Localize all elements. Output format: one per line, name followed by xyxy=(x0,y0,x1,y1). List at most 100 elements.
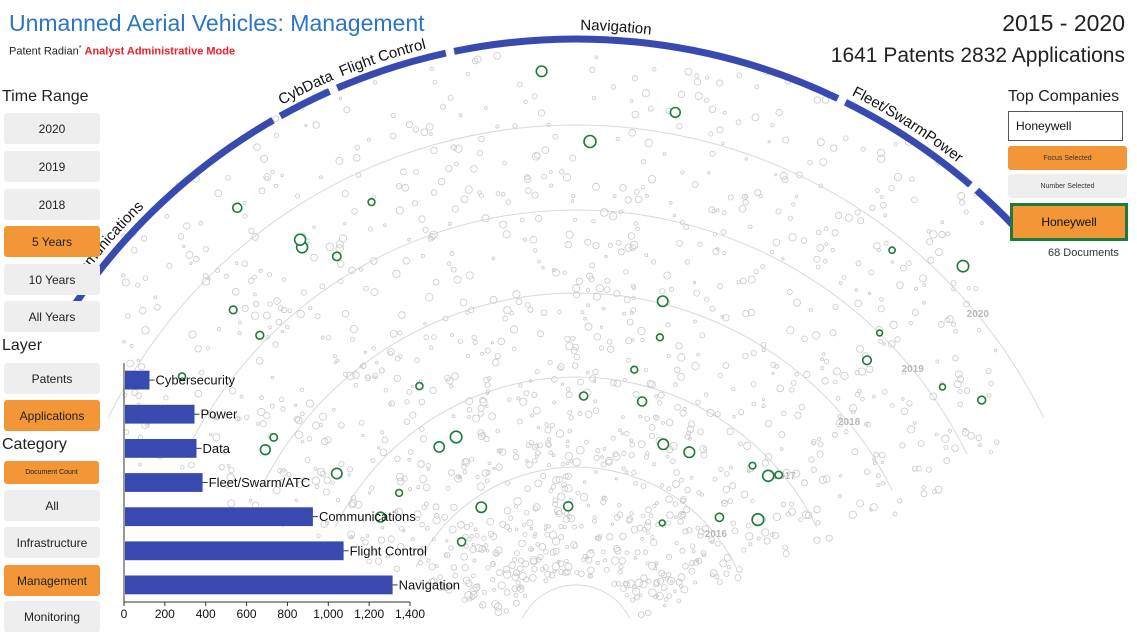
document-dot xyxy=(914,286,919,291)
highlighted-document-dot[interactable] xyxy=(331,251,342,262)
document-dot xyxy=(492,466,496,471)
document-dot xyxy=(734,574,742,581)
highlighted-document-dot[interactable] xyxy=(657,438,670,451)
document-dot xyxy=(481,589,487,595)
highlighted-document-dot[interactable] xyxy=(656,295,669,308)
document-dot xyxy=(677,372,686,381)
highlighted-document-dot[interactable] xyxy=(669,106,681,119)
highlighted-document-dot[interactable] xyxy=(232,202,243,214)
document-dot xyxy=(683,224,690,231)
highlighted-document-dot[interactable] xyxy=(475,501,488,514)
document-dot xyxy=(468,456,475,462)
highlighted-document-dot[interactable] xyxy=(956,259,970,273)
document-dot xyxy=(260,154,269,163)
highlighted-document-dot[interactable] xyxy=(748,461,757,470)
document-dot xyxy=(477,404,485,412)
document-dot xyxy=(727,498,734,504)
document-dot xyxy=(491,256,496,261)
highlighted-document-dot[interactable] xyxy=(367,197,376,207)
document-dot xyxy=(465,353,470,359)
document-dot xyxy=(481,535,487,541)
selected-company-chip[interactable]: Honeywell xyxy=(1010,203,1128,241)
document-dot xyxy=(518,539,526,548)
bar[interactable] xyxy=(125,575,393,595)
document-dot xyxy=(552,497,559,504)
document-dot xyxy=(694,73,700,79)
document-dot xyxy=(666,418,674,427)
time-all-years-button[interactable]: All Years xyxy=(4,301,100,332)
bar[interactable] xyxy=(125,404,195,424)
document-dot xyxy=(585,288,591,293)
document-dot xyxy=(922,282,927,287)
bar[interactable] xyxy=(125,370,150,390)
document-dot xyxy=(911,308,919,316)
highlighted-document-dot[interactable] xyxy=(714,512,725,523)
document-dot xyxy=(531,93,538,99)
document-dot xyxy=(738,205,747,213)
document-dot xyxy=(507,397,512,402)
highlighted-document-dot[interactable] xyxy=(655,333,665,342)
document-dot xyxy=(980,221,984,225)
company-search-input[interactable]: Honeywell xyxy=(1008,111,1123,141)
document-dot xyxy=(547,437,552,442)
bar[interactable] xyxy=(125,473,203,492)
document-dot xyxy=(606,533,614,541)
highlighted-document-dot[interactable] xyxy=(658,519,666,527)
document-dot xyxy=(477,410,484,417)
document-dot xyxy=(646,578,652,584)
document-dot xyxy=(628,128,636,137)
bar[interactable] xyxy=(125,541,344,561)
document-dot xyxy=(548,572,556,579)
document-dot xyxy=(716,79,724,87)
document-dot xyxy=(400,168,407,176)
document-dot xyxy=(674,540,679,546)
highlighted-document-dot[interactable] xyxy=(774,470,784,480)
highlighted-document-dot[interactable] xyxy=(228,305,238,315)
document-dot xyxy=(693,319,697,324)
document-dot xyxy=(640,537,644,541)
document-dot xyxy=(760,264,766,270)
highlighted-document-dot[interactable] xyxy=(630,365,639,374)
highlighted-document-dot[interactable] xyxy=(976,395,987,405)
highlighted-document-dot[interactable] xyxy=(751,512,765,527)
document-dot xyxy=(495,463,503,471)
focus-selected-button[interactable]: Focus Selected xyxy=(1008,146,1127,170)
time-2018-button[interactable]: 2018 xyxy=(4,189,100,220)
highlighted-document-dot[interactable] xyxy=(293,233,307,246)
document-dot xyxy=(429,66,434,72)
highlighted-document-dot[interactable] xyxy=(875,329,884,337)
document-dot xyxy=(707,171,711,175)
highlighted-document-dot[interactable] xyxy=(636,396,648,407)
highlighted-document-dot[interactable] xyxy=(255,330,265,340)
time-2019-button[interactable]: 2019 xyxy=(4,151,100,182)
document-dot xyxy=(818,475,827,484)
document-dot xyxy=(537,109,546,117)
highlighted-document-dot[interactable] xyxy=(683,446,696,459)
sector-arc[interactable] xyxy=(70,117,275,309)
document-dot xyxy=(513,497,522,506)
time-10-years-button[interactable]: 10 Years xyxy=(4,264,100,295)
bar[interactable] xyxy=(125,507,313,527)
document-dot xyxy=(468,522,474,527)
highlighted-document-dot[interactable] xyxy=(583,134,597,149)
document-dot xyxy=(471,573,476,579)
highlighted-document-dot[interactable] xyxy=(535,65,548,78)
highlighted-document-dot[interactable] xyxy=(578,391,589,401)
highlighted-document-dot[interactable] xyxy=(888,246,896,255)
document-dot xyxy=(908,321,913,326)
document-dot xyxy=(650,534,655,539)
highlighted-document-dot[interactable] xyxy=(938,383,947,391)
document-dot xyxy=(475,474,480,480)
time-2020-button[interactable]: 2020 xyxy=(4,113,100,144)
document-dot xyxy=(623,296,631,304)
document-dot xyxy=(595,284,604,293)
time-5-years-button[interactable]: 5 Years xyxy=(4,226,100,257)
highlighted-document-dot[interactable] xyxy=(761,469,775,483)
bar[interactable] xyxy=(125,439,197,458)
document-dot xyxy=(821,352,826,356)
document-dot xyxy=(502,160,507,166)
document-dot xyxy=(402,257,410,265)
highlighted-document-dot[interactable] xyxy=(562,500,574,512)
number-selected-button[interactable]: Number Selected xyxy=(1008,174,1127,198)
highlighted-document-dot[interactable] xyxy=(861,355,873,366)
